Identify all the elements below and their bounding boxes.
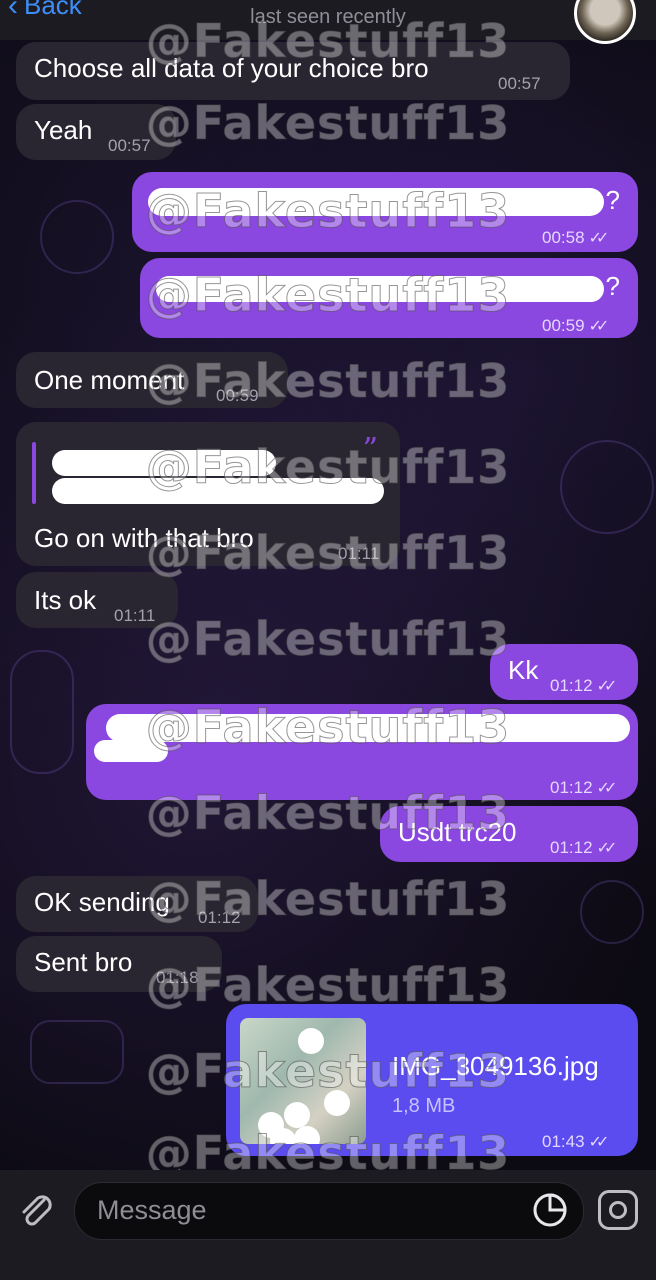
message-text: One moment xyxy=(34,365,185,395)
camera-icon[interactable] xyxy=(598,1190,638,1230)
sticker-icon[interactable] xyxy=(532,1192,568,1228)
message-bubble[interactable]: 01:12 ✓✓ xyxy=(86,704,638,800)
message-time: 01:18 xyxy=(156,968,199,987)
double-check-icon: ✓✓ xyxy=(596,780,618,797)
message-time: 00:57 xyxy=(108,136,151,155)
message-bubble[interactable]: Its ok 01:11 xyxy=(16,572,178,628)
message-text: Kk xyxy=(508,655,539,685)
message-time-wrap: 00:59 ✓✓ xyxy=(542,310,610,343)
doodle-circle xyxy=(580,880,644,944)
double-check-icon: ✓✓ xyxy=(596,840,618,857)
message-bubble[interactable]: ? 00:59 ✓✓ xyxy=(140,258,638,338)
message-bubble[interactable]: Yeah 00:57 xyxy=(16,104,176,160)
file-message-bubble[interactable]: IMG_3049136.jpg 1,8 MB 01:43 ✓✓ xyxy=(226,1004,638,1156)
doodle-circle xyxy=(560,440,654,534)
quote-icon: ” xyxy=(362,432,378,467)
message-bubble[interactable]: OK sending 01:12 xyxy=(16,876,258,932)
message-time: 01:11 xyxy=(338,544,380,563)
message-text: Its ok xyxy=(34,585,97,615)
file-size: 1,8 MB xyxy=(392,1095,456,1117)
redaction xyxy=(148,188,604,216)
message-time-wrap: 01:12 ✓✓ xyxy=(550,832,618,865)
redaction xyxy=(156,276,604,302)
attach-icon[interactable] xyxy=(14,1188,58,1232)
double-check-icon: ✓✓ xyxy=(596,678,618,695)
redaction xyxy=(106,714,630,742)
file-name: IMG_3049136.jpg xyxy=(392,1051,599,1081)
message-text: Usdt trc20 xyxy=(398,817,517,847)
contact-status: last seen recently xyxy=(250,6,406,28)
message-time: 01:11 xyxy=(114,606,156,625)
doodle-shape xyxy=(30,1020,124,1084)
message-bubble[interactable]: Choose all data of your choice bro 00:57 xyxy=(16,42,570,100)
message-input[interactable]: Message xyxy=(74,1182,584,1240)
doodle-shape xyxy=(10,650,74,774)
message-text: Choose all data of your choice bro xyxy=(34,53,429,83)
double-check-icon: ✓✓ xyxy=(588,230,610,247)
message-bubble[interactable]: Kk 01:12 ✓✓ xyxy=(490,644,638,700)
message-bubble[interactable]: One moment 00:59 xyxy=(16,352,288,408)
message-time: 01:12 xyxy=(550,838,593,857)
message-time: 00:59 xyxy=(542,316,585,335)
message-text: OK sending xyxy=(34,887,170,917)
message-text: ? xyxy=(605,185,620,215)
message-time: 01:12 xyxy=(550,676,593,695)
message-bubble[interactable]: ? 00:58 ✓✓ xyxy=(132,172,638,252)
message-time-wrap: 01:43 ✓✓ xyxy=(542,1126,610,1159)
message-bubble[interactable]: ” Go on with that bro 01:11 xyxy=(16,422,400,566)
message-time: 00:58 xyxy=(542,228,585,247)
image-thumbnail[interactable] xyxy=(240,1018,366,1144)
message-time: 01:43 xyxy=(542,1132,585,1151)
redaction xyxy=(94,740,168,762)
message-time-wrap: 01:12 ✓✓ xyxy=(550,772,618,805)
message-time: 00:59 xyxy=(216,386,259,405)
chat-header: ‹ Back last seen recently xyxy=(0,0,656,44)
message-text: Yeah xyxy=(34,115,93,145)
message-time-wrap: 00:58 ✓✓ xyxy=(542,222,610,255)
doodle-circle xyxy=(40,200,114,274)
reply-indicator xyxy=(32,442,36,504)
message-placeholder: Message xyxy=(97,1195,207,1225)
message-bubble[interactable]: Usdt trc20 01:12 ✓✓ xyxy=(380,806,638,862)
avatar[interactable] xyxy=(574,0,636,44)
double-check-icon: ✓✓ xyxy=(588,1134,610,1151)
double-check-icon: ✓✓ xyxy=(588,318,610,335)
message-text: Sent bro xyxy=(34,947,133,977)
redaction xyxy=(52,450,276,476)
message-text: ? xyxy=(605,271,620,301)
message-time: 01:12 xyxy=(550,778,593,797)
message-time-wrap: 01:12 ✓✓ xyxy=(550,670,618,703)
message-bubble[interactable]: Sent bro 01:18 xyxy=(16,936,222,992)
message-time: 01:12 xyxy=(198,908,241,927)
message-time: 00:57 xyxy=(498,74,541,93)
message-text: Go on with that bro xyxy=(34,523,254,553)
redaction xyxy=(52,478,384,504)
